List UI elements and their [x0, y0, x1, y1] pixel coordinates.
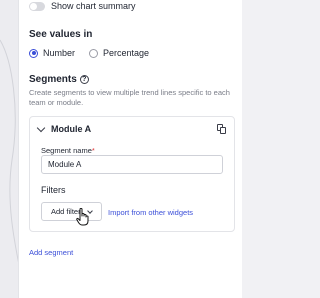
- segment-title: Module A: [51, 124, 92, 134]
- show-chart-summary-toggle[interactable]: [29, 1, 45, 11]
- chevron-down-icon[interactable]: [36, 123, 46, 132]
- values-radio-group: Number Percentage: [29, 48, 149, 58]
- settings-panel: Show chart summary See values in Number …: [18, 0, 242, 298]
- radio-percentage-indicator[interactable]: [89, 48, 99, 58]
- copy-icon[interactable]: [217, 124, 226, 134]
- segment-header[interactable]: Module A: [36, 123, 92, 134]
- help-icon[interactable]: ?: [79, 75, 89, 84]
- show-chart-summary-row[interactable]: Show chart summary: [29, 1, 136, 11]
- show-chart-summary-label: Show chart summary: [51, 1, 136, 11]
- add-filter-button[interactable]: Add filter: [41, 202, 102, 221]
- radio-percentage-label: Percentage: [103, 48, 150, 58]
- segments-title: Segments: [29, 74, 77, 85]
- segments-description: Create segments to view multiple trend l…: [29, 88, 230, 107]
- segment-name-label: Segment name*: [41, 146, 95, 155]
- radio-number-indicator[interactable]: [29, 48, 38, 58]
- radio-percentage[interactable]: Percentage: [89, 48, 149, 58]
- segment-name-label-text: Segment name: [41, 146, 92, 155]
- filters-title: Filters: [41, 185, 66, 195]
- hand-cursor-icon: [76, 208, 89, 226]
- radio-number-label: Number: [43, 48, 76, 58]
- import-from-widgets-link[interactable]: Import from other widgets: [108, 208, 193, 217]
- see-values-in-title: See values in: [29, 29, 93, 40]
- segments-title-row: Segments?: [29, 74, 89, 85]
- segment-name-input[interactable]: Module A: [41, 155, 223, 174]
- required-marker: *: [91, 146, 95, 155]
- radio-number[interactable]: Number: [29, 48, 75, 58]
- segment-card: Module A Segment name* Module A Filters …: [29, 116, 235, 232]
- add-segment-link[interactable]: Add segment: [29, 248, 73, 257]
